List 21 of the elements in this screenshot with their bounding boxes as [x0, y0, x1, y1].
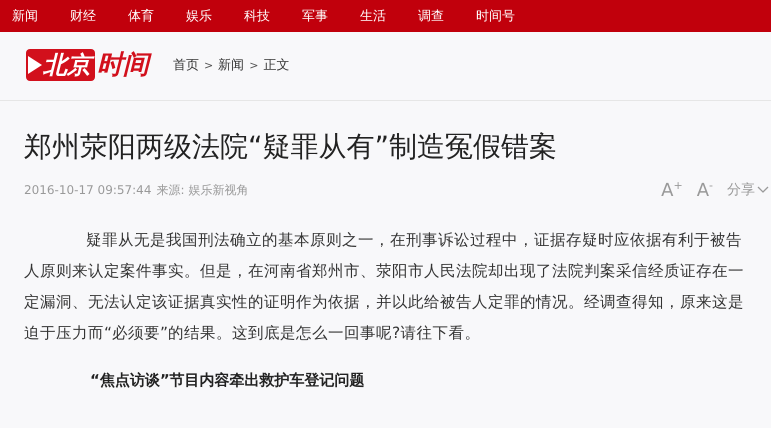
breadcrumb-link[interactable]: 首页 [173, 56, 199, 74]
breadcrumb-link[interactable]: 正文 [263, 56, 290, 74]
nav-link[interactable]: 体育 [128, 7, 186, 25]
nav-link[interactable]: 财经 [70, 7, 128, 25]
article-title: 郑州荥阳两级法院“疑罪从有”制造冤假错案 [24, 129, 558, 165]
chevron-down-icon [757, 186, 769, 194]
nav-link[interactable]: 时间号 [476, 7, 534, 25]
publish-date: 2016-10-17 09:57:44 [24, 183, 152, 197]
breadcrumb-separator: > [204, 58, 214, 72]
article-source: 来源: 娱乐新视角 [156, 182, 248, 198]
article-paragraph: 疑罪从无是我国刑法确立的基本原则之一，在刑事诉讼过程中，证据存疑时应依据有利于被告人原则来认定案件事实。但是，在河南省郑州市、荥阳市人民法院却出现了法院判案采信经质证存在一定漏洞、无法认定该证据真实性的证明作为依据，并以此给被告人定罪的情况。经调查得知，原来这是迫于压力而“必须要”的结果。这到底是怎么一回事呢?请往下看。 [24, 230, 745, 344]
nav-link[interactable]: 新闻 [12, 7, 70, 25]
nav-link[interactable]: 调查 [418, 7, 476, 25]
breadcrumb-link[interactable]: 新闻 [218, 56, 244, 74]
play-icon [28, 56, 42, 74]
nav-link[interactable]: 军事 [302, 7, 360, 25]
nav-link[interactable]: 生活 [360, 7, 418, 25]
nav-link[interactable]: 科技 [244, 7, 302, 25]
section-heading: “焦点访谈”节目内容牵出救护车登记问题 [90, 371, 366, 390]
nav-link[interactable]: 娱乐 [186, 7, 244, 25]
breadcrumb-separator: > [249, 58, 258, 72]
